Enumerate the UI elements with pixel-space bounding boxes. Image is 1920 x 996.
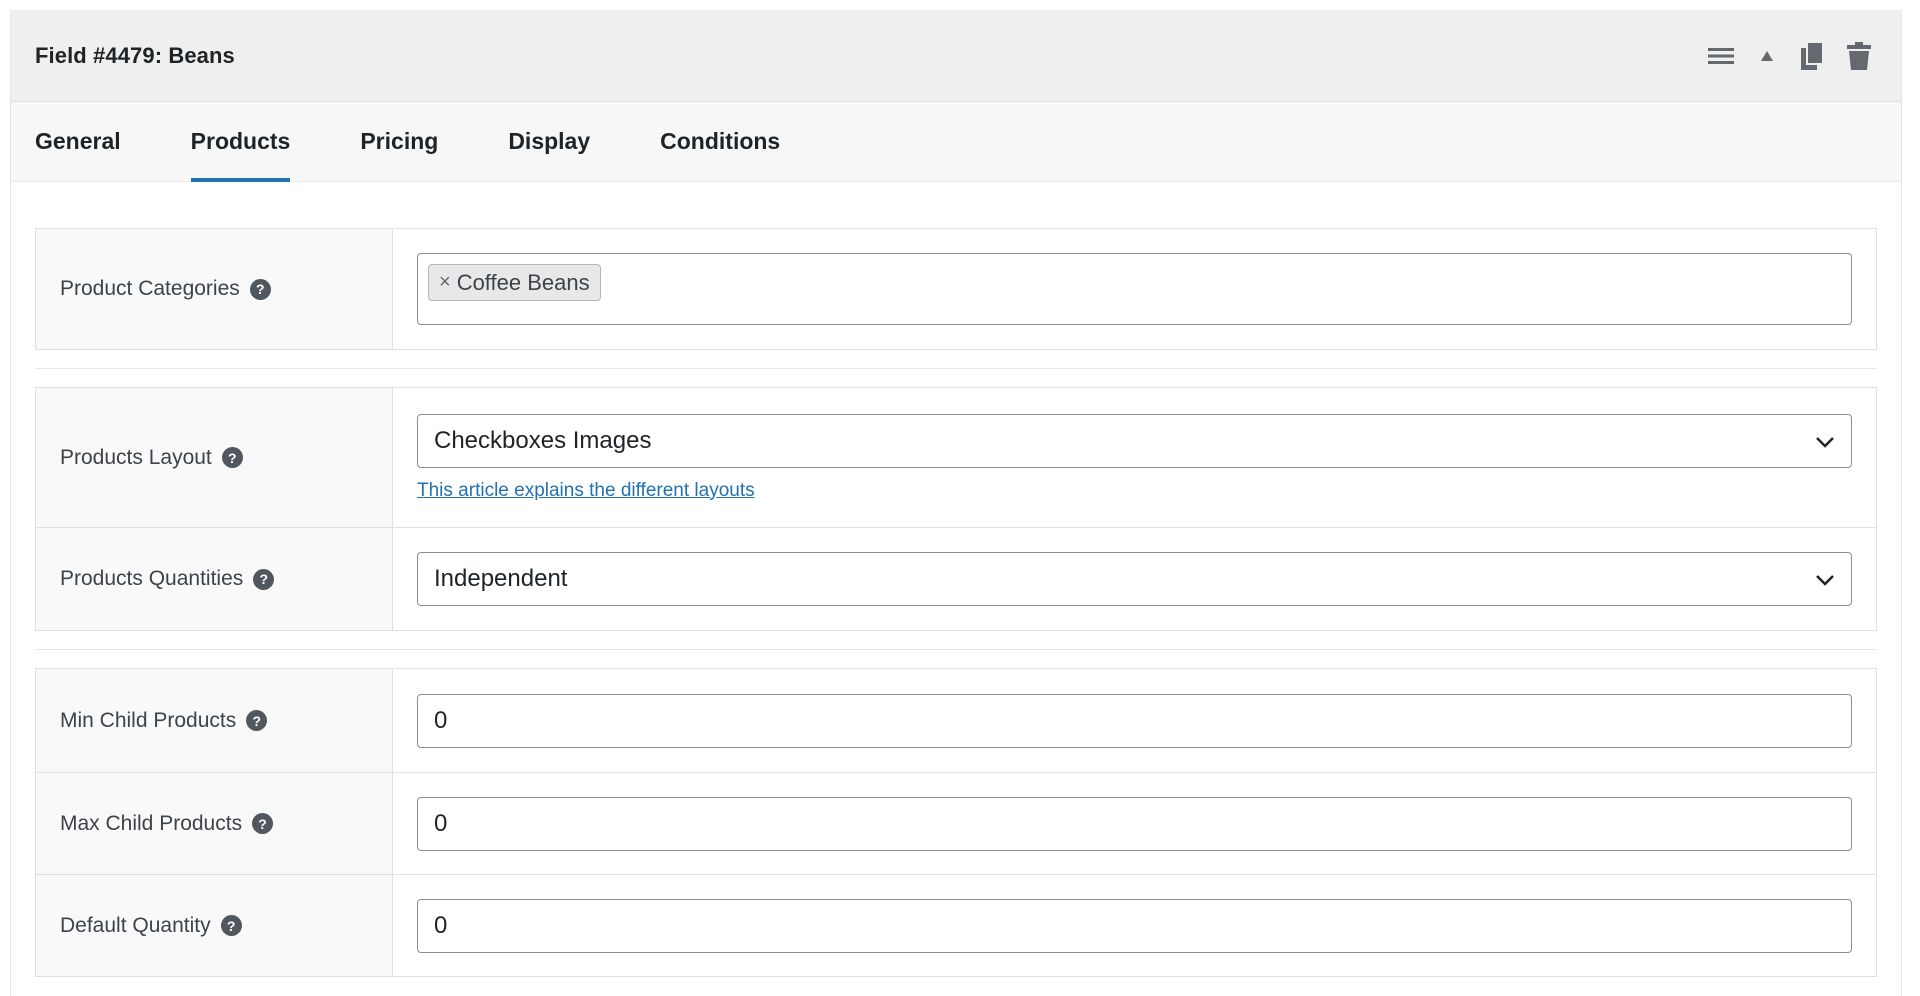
products-quantities-label-cell: Products Quantities ? [36,528,393,630]
quantity-group: Min Child Products ? 0 Max Child Product… [35,668,1877,977]
product-categories-input[interactable]: × Coffee Beans [417,253,1852,325]
row-products-quantities: Products Quantities ? Independent [36,527,1876,630]
section-divider [35,649,1877,650]
category-tag: × Coffee Beans [428,264,601,301]
tab-general[interactable]: General [35,102,121,181]
min-child-products-label: Min Child Products [60,708,237,732]
layouts-article-link[interactable]: This article explains the different layo… [417,480,755,502]
default-quantity-label-cell: Default Quantity ? [36,875,393,976]
products-layout-value: Checkboxes Images [434,426,652,454]
default-quantity-input[interactable]: 0 [417,898,1852,953]
help-icon[interactable]: ? [221,447,243,468]
product-categories-label-cell: Product Categories ? [36,229,393,349]
header-actions [1707,10,1873,102]
min-child-products-value-cell: 0 [393,669,1876,772]
min-child-products-input[interactable]: 0 [417,693,1852,748]
product-categories-value-cell: × Coffee Beans [393,229,1876,349]
row-default-quantity: Default Quantity ? 0 [36,874,1876,976]
chevron-down-icon [1815,565,1835,593]
layout-group: Products Layout ? Checkboxes Images This… [35,387,1877,631]
max-child-products-label: Max Child Products [60,811,243,835]
default-quantity-label: Default Quantity [60,913,211,937]
tab-pricing[interactable]: Pricing [360,102,438,181]
trash-icon[interactable] [1845,40,1873,72]
section-divider [35,368,1877,369]
row-min-child-products: Min Child Products ? 0 [36,669,1876,772]
products-layout-value-cell: Checkboxes Images This article explains … [393,388,1876,527]
remove-tag-icon[interactable]: × [439,271,451,294]
products-quantities-value: Independent [434,565,568,592]
tab-conditions[interactable]: Conditions [660,102,780,181]
chevron-down-icon [1815,427,1835,455]
row-max-child-products: Max Child Products ? 0 [36,772,1876,874]
products-quantities-select[interactable]: Independent [417,552,1852,606]
products-quantities-value-cell: Independent [393,528,1876,630]
category-tag-label: Coffee Beans [456,269,590,295]
tab-products[interactable]: Products [190,102,290,182]
row-products-layout: Products Layout ? Checkboxes Images This… [36,388,1876,527]
default-quantity-value-cell: 0 [393,875,1876,976]
menu-icon[interactable] [1707,40,1735,72]
help-icon[interactable]: ? [249,278,271,300]
help-icon[interactable]: ? [253,568,275,590]
products-layout-label: Products Layout [60,445,212,469]
duplicate-icon[interactable] [1799,40,1827,72]
tab-display[interactable]: Display [508,102,590,181]
row-product-categories: Product Categories ? × Coffee Beans [36,229,1876,349]
products-quantities-label: Products Quantities [60,567,244,590]
min-child-products-label-cell: Min Child Products ? [36,669,393,772]
help-icon[interactable]: ? [252,813,274,834]
help-icon[interactable]: ? [220,915,242,936]
products-layout-select[interactable]: Checkboxes Images [417,413,1852,468]
max-child-products-value-cell: 0 [393,773,1876,874]
field-panel: Field #4479: Beans General Products Pric… [10,10,1902,996]
products-tab-content: Product Categories ? × Coffee Beans Prod… [11,182,1901,977]
max-child-products-label-cell: Max Child Products ? [36,773,393,874]
product-categories-label: Product Categories [60,277,240,300]
collapse-up-icon[interactable] [1753,40,1781,72]
max-child-products-input[interactable]: 0 [417,796,1852,851]
field-title: Field #4479: Beans [35,42,235,68]
tab-bar: General Products Pricing Display Conditi… [11,102,1901,182]
products-layout-label-cell: Products Layout ? [36,388,393,527]
field-header: Field #4479: Beans [11,10,1901,102]
categories-group: Product Categories ? × Coffee Beans [35,228,1877,350]
help-icon[interactable]: ? [246,710,268,731]
